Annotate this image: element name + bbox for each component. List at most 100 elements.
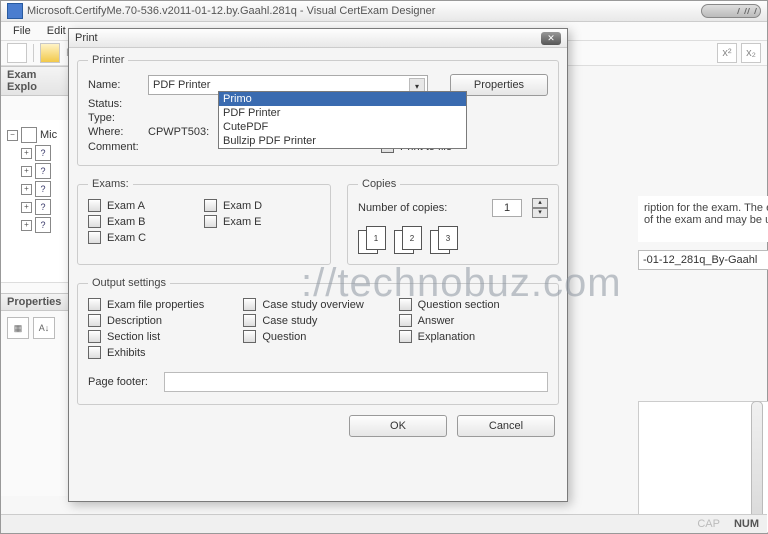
output-checkbox[interactable] <box>88 330 101 343</box>
name-label: Name: <box>88 79 142 91</box>
chevron-up-icon[interactable]: ▴ <box>532 198 548 208</box>
output-label: Case study overview <box>262 299 364 311</box>
exam-checkbox[interactable] <box>88 199 101 212</box>
prop-sort-button[interactable]: A↓ <box>33 317 55 339</box>
footer-label: Page footer: <box>88 376 158 388</box>
new-button[interactable] <box>7 43 27 63</box>
output-group: Output settings Exam file properties Des… <box>77 277 559 405</box>
dialog-titlebar: Print ✕ <box>69 29 567 48</box>
printer-legend: Printer <box>88 54 128 66</box>
exam-label: Exam D <box>223 200 262 212</box>
status-cap: CAP <box>697 518 720 530</box>
exam-label: Exam A <box>107 200 145 212</box>
exam-checkbox[interactable] <box>204 199 217 212</box>
statusbar: CAP NUM <box>1 514 767 533</box>
type-label: Type: <box>88 112 142 124</box>
tree-item[interactable]: +? <box>7 216 63 234</box>
output-label: Exhibits <box>107 347 146 359</box>
printer-option[interactable]: Primo <box>219 92 466 106</box>
cancel-button[interactable]: Cancel <box>457 415 555 437</box>
question-icon: ? <box>35 181 51 197</box>
tree-item[interactable]: +? <box>7 144 63 162</box>
output-checkbox[interactable] <box>399 330 412 343</box>
question-icon: ? <box>35 163 51 179</box>
printer-select-value: PDF Printer <box>153 79 210 91</box>
desc-line2: of the exam and may be used for <box>644 214 768 226</box>
exam-checkbox[interactable] <box>88 231 101 244</box>
comment-label: Comment: <box>88 141 142 153</box>
output-checkbox[interactable] <box>88 346 101 359</box>
copies-legend: Copies <box>358 178 400 190</box>
copies-label: Number of copies: <box>358 202 447 214</box>
exam-icon <box>21 127 37 143</box>
plus-icon[interactable]: + <box>21 220 32 231</box>
plus-icon[interactable]: + <box>21 184 32 195</box>
exam-checkbox[interactable] <box>88 215 101 228</box>
plus-icon[interactable]: + <box>21 166 32 177</box>
separator <box>33 44 34 62</box>
plus-icon[interactable]: + <box>21 148 32 159</box>
exams-legend: Exams: <box>88 178 133 190</box>
output-label: Question section <box>418 299 500 311</box>
chevron-down-icon[interactable]: ▾ <box>532 208 548 218</box>
minus-icon[interactable]: − <box>7 130 18 141</box>
ok-button[interactable]: OK <box>349 415 447 437</box>
window-controls[interactable] <box>701 4 761 18</box>
open-folder-button[interactable] <box>40 43 60 63</box>
exam-label: Exam E <box>223 216 262 228</box>
explorer-tool-1[interactable] <box>5 100 21 116</box>
explorer-tool-2[interactable] <box>25 100 41 116</box>
exam-name-field[interactable]: -01-12_281q_By-Gaahl <box>638 250 768 270</box>
printer-dropdown[interactable]: Primo PDF Printer CutePDF Bullzip PDF Pr… <box>218 91 467 149</box>
output-checkbox[interactable] <box>399 298 412 311</box>
printer-option[interactable]: PDF Printer <box>219 106 466 120</box>
tree-item[interactable]: +? <box>7 198 63 216</box>
output-legend: Output settings <box>88 277 170 289</box>
exams-group: Exams: Exam A Exam B Exam C Exam D Exam … <box>77 178 331 265</box>
exam-tree: − Mic +? +? +? +? +? <box>1 120 69 283</box>
where-value: CPWPT503: <box>148 126 209 138</box>
exam-label: Exam B <box>107 216 146 228</box>
output-checkbox[interactable] <box>88 314 101 327</box>
output-checkbox[interactable] <box>88 298 101 311</box>
copies-spinner[interactable]: ▴▾ <box>532 198 548 218</box>
main-window: Microsoft.CertifyMe.70-536.v2011-01-12.b… <box>0 0 768 534</box>
printer-option[interactable]: CutePDF <box>219 120 466 134</box>
prop-categorize-button[interactable]: ▦ <box>7 317 29 339</box>
where-label: Where: <box>88 126 142 138</box>
output-checkbox[interactable] <box>243 314 256 327</box>
output-label: Case study <box>262 315 317 327</box>
plus-icon[interactable]: + <box>21 202 32 213</box>
output-checkbox[interactable] <box>243 330 256 343</box>
properties-header: Properties <box>1 293 69 311</box>
app-icon <box>7 3 23 19</box>
output-label: Description <box>107 315 162 327</box>
menu-file[interactable]: File <box>5 25 39 37</box>
status-num: NUM <box>734 518 759 530</box>
question-icon: ? <box>35 217 51 233</box>
question-icon: ? <box>35 199 51 215</box>
collapse-button[interactable]: x₂ <box>741 43 761 63</box>
output-checkbox[interactable] <box>399 314 412 327</box>
output-label: Answer <box>418 315 455 327</box>
dialog-title: Print <box>75 32 541 44</box>
tree-root[interactable]: − Mic <box>7 126 63 144</box>
description-fragment: ription for the exam. The exam of the ex… <box>638 196 768 270</box>
titlebar: Microsoft.CertifyMe.70-536.v2011-01-12.b… <box>1 1 767 22</box>
status-label: Status: <box>88 98 142 110</box>
close-icon[interactable]: ✕ <box>541 32 561 45</box>
output-label: Exam file properties <box>107 299 204 311</box>
expand-button[interactable]: x² <box>717 43 737 63</box>
output-label: Question <box>262 331 306 343</box>
print-dialog: Print ✕ Printer Name: PDF Printer ▾ Prop… <box>68 28 568 502</box>
copies-input[interactable]: 1 <box>492 199 522 217</box>
tree-root-label: Mic <box>40 129 57 141</box>
tree-item[interactable]: +? <box>7 180 63 198</box>
desc-line1: ription for the exam. The exam <box>644 202 768 214</box>
printer-option[interactable]: Bullzip PDF Printer <box>219 134 466 148</box>
properties-toolbar: ▦ A↓ <box>1 311 69 345</box>
output-checkbox[interactable] <box>243 298 256 311</box>
tree-item[interactable]: +? <box>7 162 63 180</box>
page-footer-input[interactable] <box>164 372 548 392</box>
exam-checkbox[interactable] <box>204 215 217 228</box>
